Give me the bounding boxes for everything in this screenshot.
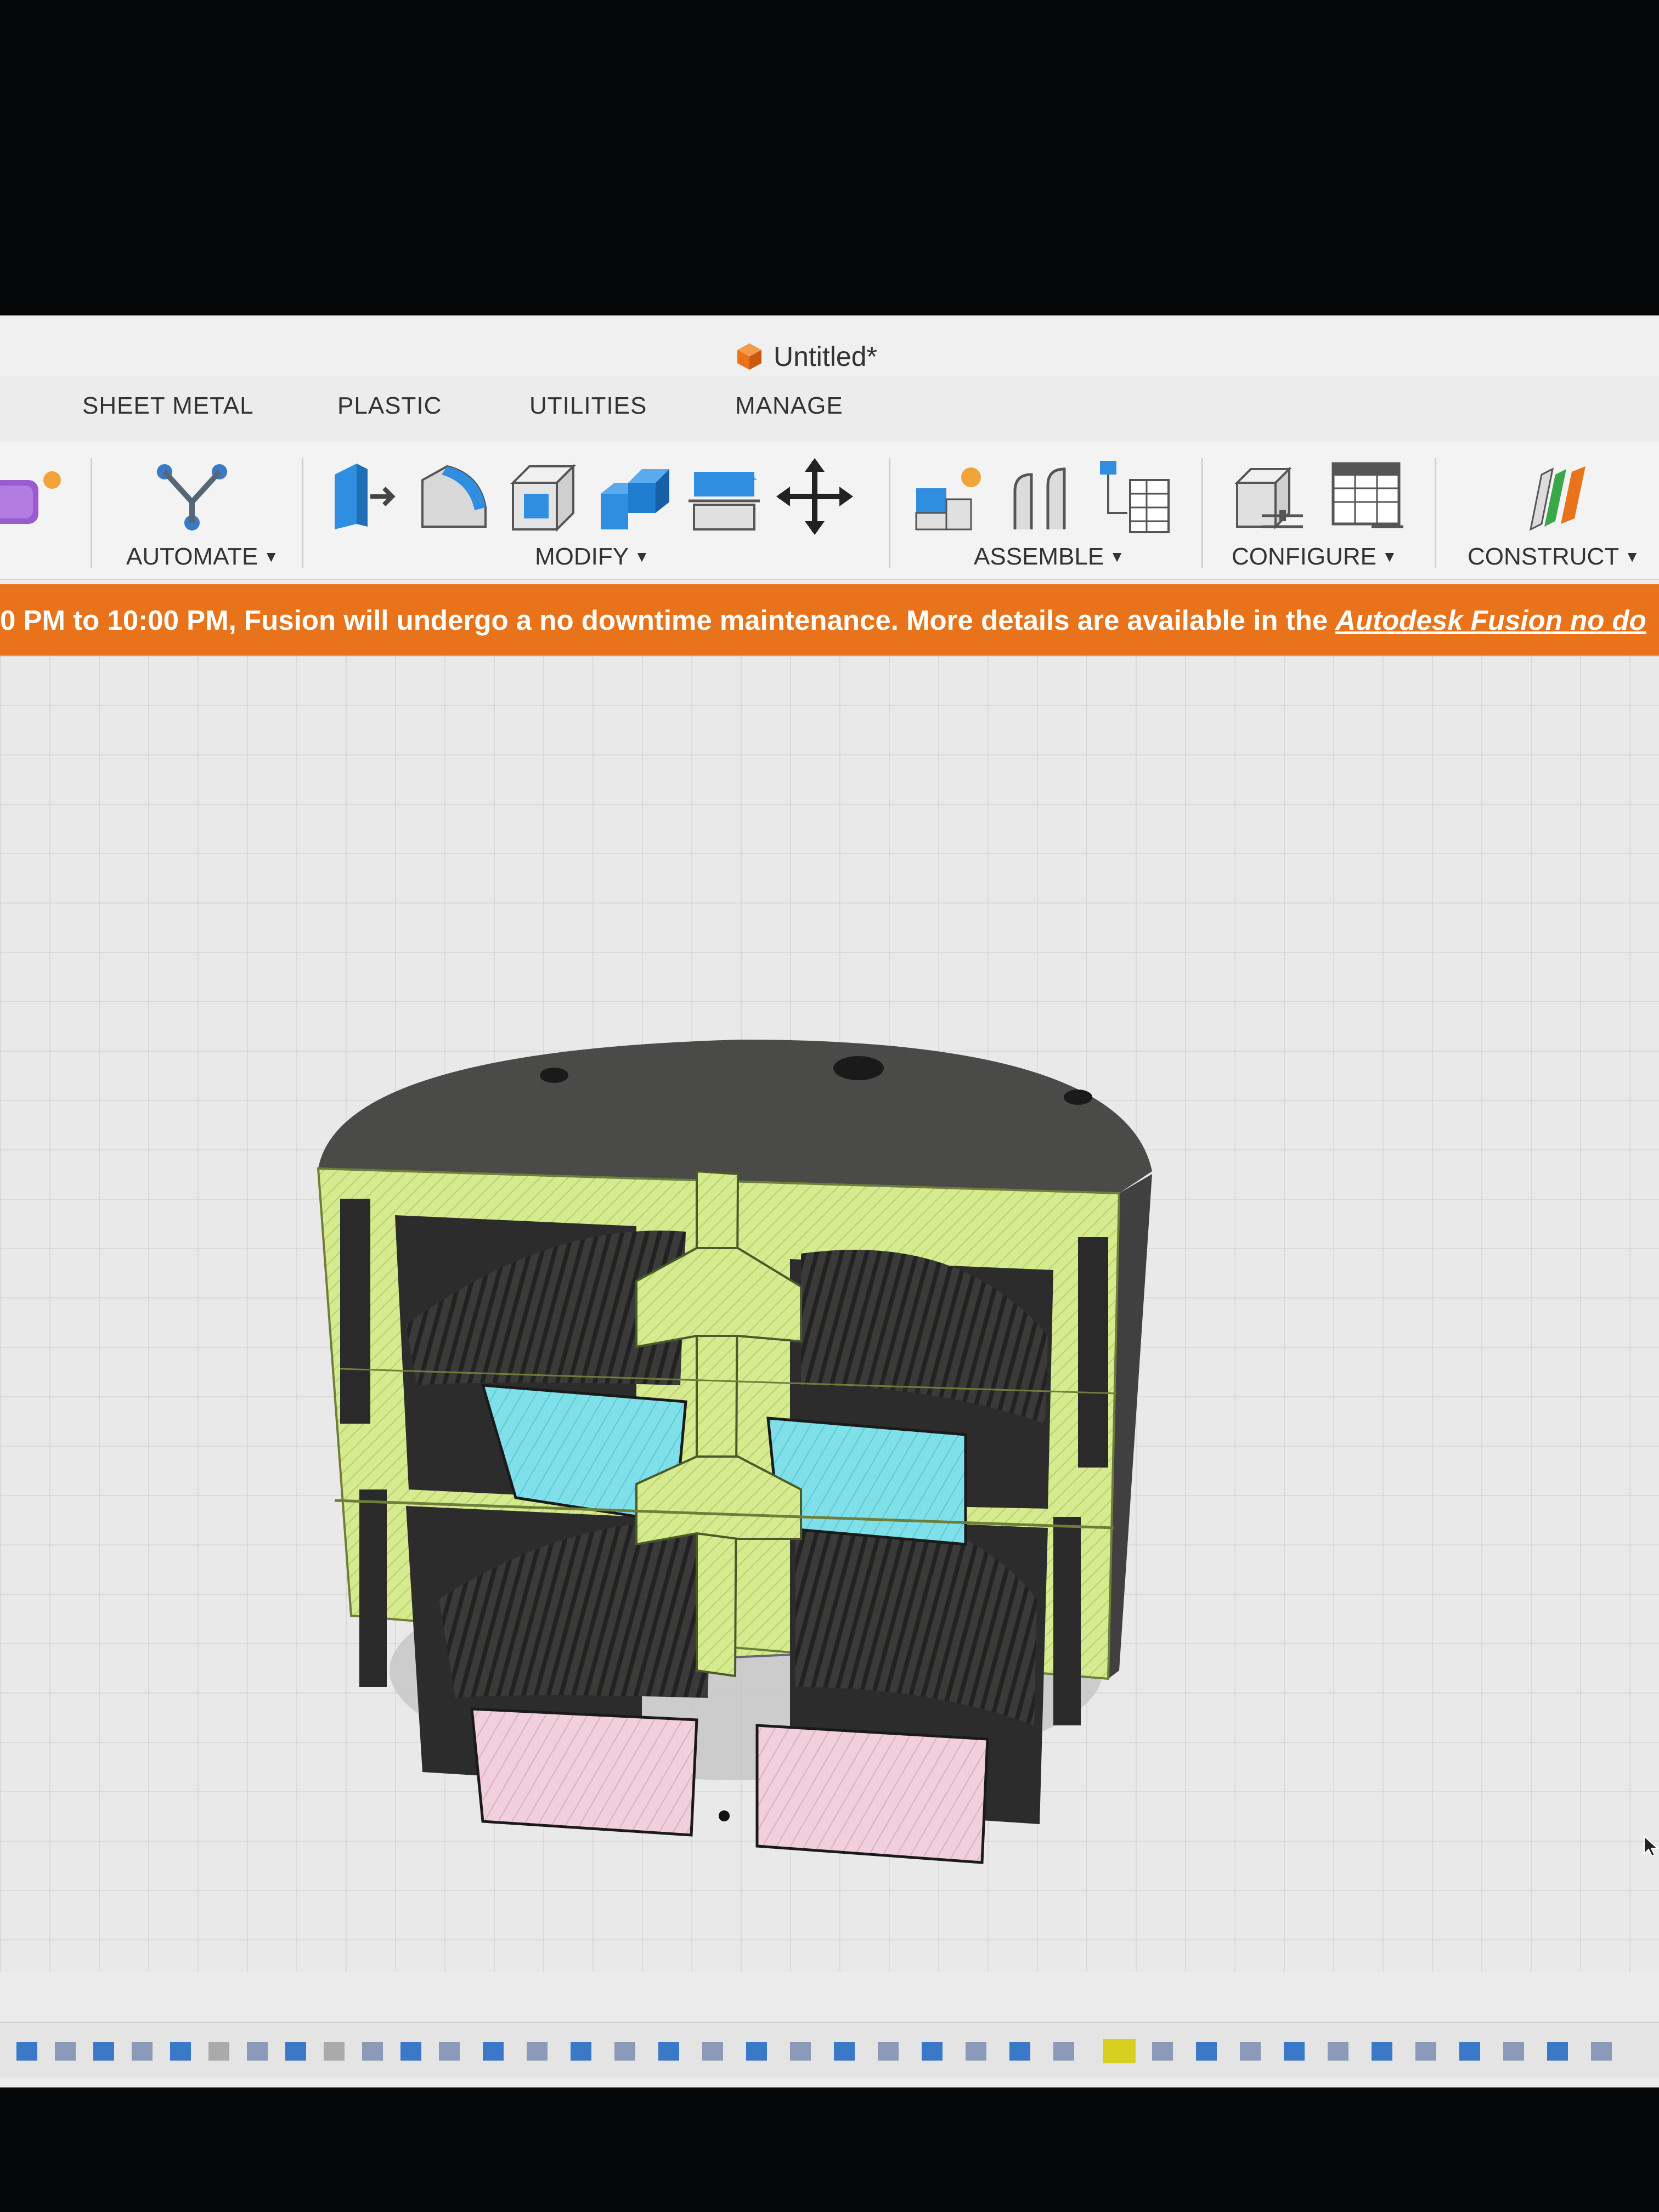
design-canvas[interactable] xyxy=(0,656,1659,1972)
maintenance-banner: 0 PM to 10:00 PM, Fusion will undergo a … xyxy=(0,584,1659,656)
center-bore xyxy=(833,1056,884,1080)
shell-icon[interactable] xyxy=(505,458,582,535)
combine-icon[interactable] xyxy=(595,458,672,535)
fillet-icon[interactable] xyxy=(414,458,491,535)
housing-bolt xyxy=(1078,1237,1108,1468)
fusion-window: Untitled* SHEET METAL PLASTIC UTILITIES … xyxy=(0,315,1659,2087)
tab-utilities[interactable]: UTILITIES xyxy=(529,392,647,420)
sun-gear-section-lower[interactable] xyxy=(470,1707,698,1837)
automate-label: AUTOMATE xyxy=(126,543,258,570)
split-body-icon[interactable] xyxy=(686,458,763,535)
create-form-icon[interactable] xyxy=(0,458,77,535)
tab-sheet-metal[interactable]: SHEET METAL xyxy=(82,392,254,420)
assemble-label: ASSEMBLE xyxy=(974,543,1104,570)
assemble-menu[interactable]: ASSEMBLE ▼ xyxy=(974,543,1125,571)
housing-bolt xyxy=(340,1199,370,1424)
mouse-cursor-icon xyxy=(1643,1835,1659,1860)
housing-bolt xyxy=(1053,1517,1081,1725)
configuration-table-icon[interactable] xyxy=(1328,458,1404,535)
workspace-tabs: SHEET METAL PLASTIC UTILITIES MANAGE xyxy=(0,392,1659,436)
design-timeline xyxy=(0,2022,1659,2078)
bill-of-materials-icon[interactable] xyxy=(1097,458,1174,535)
tab-manage[interactable]: MANAGE xyxy=(735,392,843,420)
modify-menu[interactable]: MODIFY ▼ xyxy=(535,543,650,571)
configure-menu[interactable]: CONFIGURE ▼ xyxy=(1232,543,1397,571)
caret-down-icon: ▼ xyxy=(1382,548,1397,565)
caret-down-icon: ▼ xyxy=(1624,548,1640,565)
banner-link[interactable]: Autodesk Fusion no do xyxy=(1335,604,1646,636)
timeline-features[interactable] xyxy=(0,2023,1659,2078)
caret-down-icon: ▼ xyxy=(263,548,279,565)
construct-plane-icon[interactable] xyxy=(1520,458,1596,535)
gearbox-section-model[interactable] xyxy=(0,656,1659,1972)
housing-bolt xyxy=(359,1489,387,1687)
joint-icon[interactable] xyxy=(1004,458,1081,535)
document-title[interactable]: Untitled* xyxy=(735,337,877,376)
automate-icon[interactable] xyxy=(154,458,230,535)
screw-hole xyxy=(540,1068,568,1083)
caret-down-icon: ▼ xyxy=(634,548,650,565)
fusion-cube-icon xyxy=(737,343,761,370)
toolbar-ribbon: AUTOMATE ▼ MODIFY ▼ ASSEMBLE ▼ CONFIGURE… xyxy=(0,442,1659,580)
automate-menu[interactable]: AUTOMATE ▼ xyxy=(126,543,279,571)
configure-icon[interactable] xyxy=(1229,458,1306,535)
planet-gear-section-lower[interactable] xyxy=(755,1724,989,1864)
construct-label: CONSTRUCT xyxy=(1468,543,1620,570)
configure-label: CONFIGURE xyxy=(1232,543,1376,570)
caret-down-icon: ▼ xyxy=(1109,548,1125,565)
new-component-icon[interactable] xyxy=(911,458,988,535)
banner-text: 0 PM to 10:00 PM, Fusion will undergo a … xyxy=(0,604,1328,636)
modify-label: MODIFY xyxy=(535,543,629,570)
move-copy-icon[interactable] xyxy=(776,458,853,535)
press-pull-icon[interactable] xyxy=(324,458,400,535)
construct-menu[interactable]: CONSTRUCT ▼ xyxy=(1468,543,1640,571)
screw-hole xyxy=(1064,1090,1092,1105)
title-bar: Untitled* xyxy=(0,315,1659,376)
tab-plastic[interactable]: PLASTIC xyxy=(337,392,442,420)
document-name: Untitled* xyxy=(774,341,877,372)
